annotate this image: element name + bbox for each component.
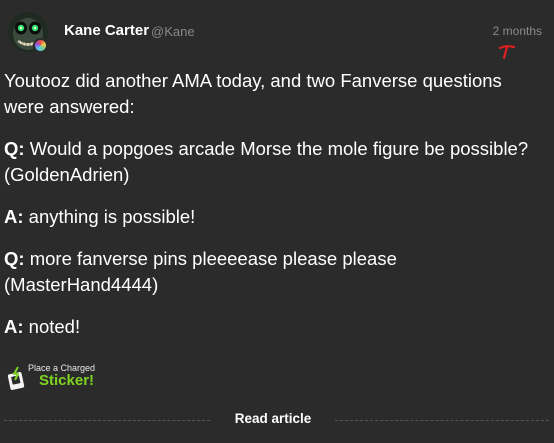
post-paragraph-question-2: Q: more fanverse pins pleeeease please p… — [4, 246, 544, 298]
post-header: Kane Carter @Kane 2 months — [0, 0, 554, 62]
question-text: more fanverse pins pleeeease please plea… — [4, 248, 397, 295]
answer-text: anything is possible! — [23, 206, 196, 227]
answer-prefix: A: — [4, 206, 24, 227]
answer-prefix: A: — [4, 316, 24, 337]
author-name[interactable]: Kane Carter — [64, 22, 149, 39]
post-paragraph-answer-2: A: noted! — [4, 314, 544, 340]
paragraph-text: Youtooz did another AMA today, and two F… — [4, 70, 502, 117]
charged-sticker-button[interactable]: Place a Charged Sticker! — [6, 362, 126, 392]
question-prefix: Q: — [4, 138, 25, 159]
red-arrow-mark-icon — [498, 45, 516, 59]
color-wheel-badge-icon — [33, 38, 48, 53]
author-handle[interactable]: @Kane — [151, 24, 195, 39]
answer-text: noted! — [23, 316, 81, 337]
read-article-link[interactable]: Read article — [223, 411, 323, 426]
post-body: Youtooz did another AMA today, and two F… — [4, 68, 544, 356]
post-paragraph-question-1: Q: Would a popgoes arcade Morse the mole… — [4, 136, 544, 188]
question-prefix: Q: — [4, 248, 25, 269]
divider-right — [335, 420, 549, 421]
sticker-icon — [7, 366, 25, 390]
sticker-label-main: Sticker! — [39, 372, 95, 389]
post-timestamp[interactable]: 2 months — [493, 24, 542, 38]
post-footer: Read article — [0, 405, 554, 435]
post-paragraph-intro: Youtooz did another AMA today, and two F… — [4, 68, 544, 120]
post-paragraph-answer-1: A: anything is possible! — [4, 204, 544, 230]
question-text: Would a popgoes arcade Morse the mole fi… — [4, 138, 529, 185]
divider-left — [4, 420, 210, 421]
